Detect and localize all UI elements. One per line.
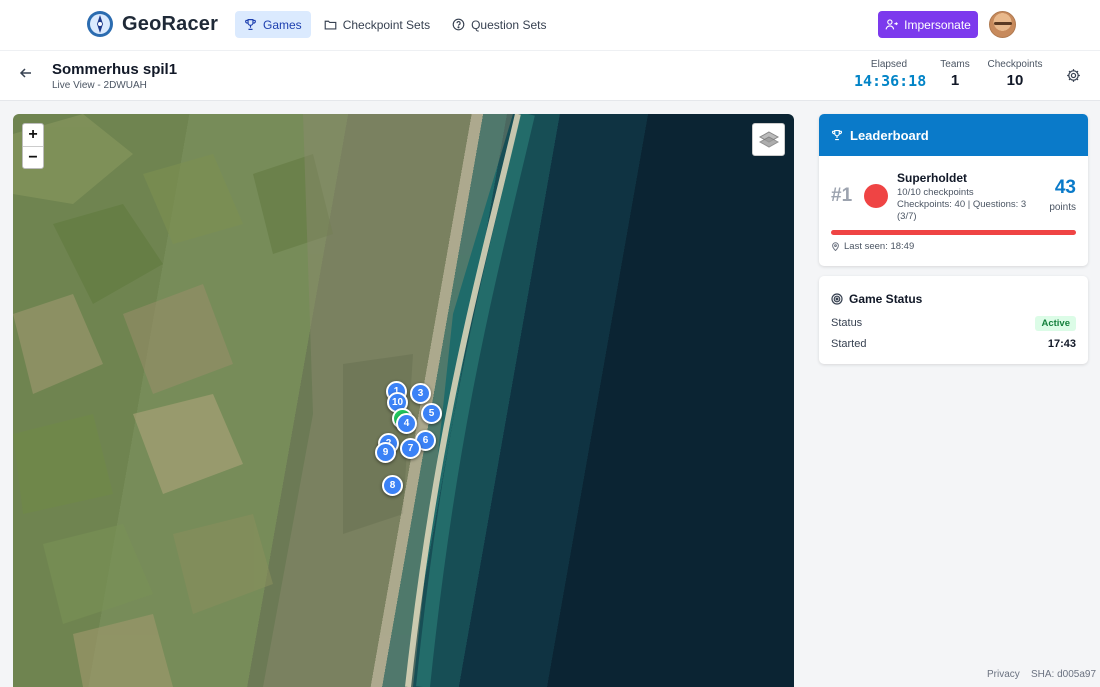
- app-name: GeoRacer: [122, 12, 219, 35]
- checkpoints-label: Checkpoints: [987, 59, 1043, 70]
- team-points: 43: [1054, 177, 1076, 198]
- live-map[interactable]: + − 1 10 3 2 5 4 6 2 7 9 8: [13, 114, 794, 687]
- status-badge: Active: [1035, 316, 1076, 331]
- layers-icon: [758, 130, 779, 148]
- zoom-in-button[interactable]: +: [23, 124, 43, 146]
- leaderboard-header: Leaderboard: [819, 114, 1088, 156]
- elapsed-value: 14:36:18: [854, 72, 927, 90]
- checkpoint-marker[interactable]: 8: [382, 475, 403, 496]
- checkpoint-marker[interactable]: 9: [375, 442, 396, 463]
- zoom-out-button[interactable]: −: [23, 146, 43, 168]
- nav-question-sets-label: Question Sets: [471, 17, 547, 32]
- user-avatar[interactable]: [989, 11, 1016, 38]
- impersonate-label: Impersonate: [904, 17, 971, 32]
- started-value: 17:43: [1047, 338, 1076, 350]
- team-question-ratio: (3/7): [897, 211, 917, 222]
- last-seen: Last seen: 18:49: [831, 241, 914, 252]
- map-pin-icon: [832, 242, 839, 251]
- checkpoints-value: 10: [1006, 72, 1024, 89]
- teams-value: 1: [950, 72, 960, 89]
- status-label: Status: [831, 317, 863, 329]
- checkpoint-marker[interactable]: 4: [396, 413, 417, 434]
- nav-checkpoint-sets[interactable]: Checkpoint Sets: [315, 11, 439, 38]
- settings-gear-icon[interactable]: [1066, 68, 1081, 83]
- user-switch-icon: [885, 19, 899, 30]
- build-sha: SHA: d005a97: [1031, 669, 1097, 680]
- page-subtitle: Live View - 2DWUAH: [52, 80, 147, 91]
- checkpoint-marker[interactable]: 7: [400, 438, 421, 459]
- trophy-icon: [831, 129, 843, 141]
- team-progress-bar: [831, 230, 1076, 235]
- leaderboard-card: Leaderboard #1 Superholdet 10/10 checkpo…: [819, 114, 1088, 266]
- started-label: Started: [831, 338, 867, 350]
- nav-games-label: Games: [263, 17, 302, 32]
- game-status-heading: Game Status: [831, 292, 922, 306]
- zoom-control: + −: [22, 123, 44, 169]
- checkpoint-marker[interactable]: 5: [421, 403, 442, 424]
- page-title: Sommerhus spil1: [52, 61, 178, 78]
- trophy-icon: [245, 19, 256, 30]
- privacy-link[interactable]: Privacy: [987, 669, 1020, 680]
- main-nav: Games Checkpoint Sets Question Sets: [235, 11, 555, 38]
- compass-logo-icon: [87, 11, 113, 37]
- team-rank: #1: [831, 185, 853, 206]
- points-label: points: [1049, 202, 1076, 213]
- elapsed-stat: Elapsed 14:36:18: [854, 59, 927, 90]
- nav-question-sets[interactable]: Question Sets: [443, 11, 555, 38]
- teams-label: Teams: [940, 59, 970, 70]
- team-score-breakdown: Checkpoints: 40 | Questions: 3: [897, 199, 1027, 210]
- question-circle-icon: [452, 18, 465, 31]
- leaderboard-title: Leaderboard: [850, 127, 929, 143]
- checkpoints-stat: Checkpoints 10: [984, 59, 1046, 89]
- team-color-dot: [864, 184, 888, 208]
- nav-checkpoint-sets-label: Checkpoint Sets: [342, 17, 431, 32]
- team-checkpoint-count: 10/10 checkpoints: [897, 187, 974, 198]
- leaderboard-entry[interactable]: #1 Superholdet 10/10 checkpoints Checkpo…: [819, 156, 1088, 266]
- game-status-title: Game Status: [849, 292, 923, 306]
- layers-button[interactable]: [752, 123, 785, 156]
- game-header: Sommerhus spil1 Live View - 2DWUAH Elaps…: [0, 50, 1100, 101]
- brand[interactable]: GeoRacer: [86, 10, 218, 38]
- teams-stat: Teams 1: [935, 59, 975, 89]
- team-name: Superholdet: [897, 171, 968, 185]
- top-navbar: GeoRacer Games Checkpoint Sets Question …: [0, 0, 1100, 50]
- back-arrow-icon[interactable]: [18, 65, 34, 81]
- game-status-card: Game Status Status Active Started 17:43: [819, 276, 1088, 364]
- elapsed-label: Elapsed: [870, 59, 908, 70]
- impersonate-button[interactable]: Impersonate: [878, 11, 978, 38]
- target-icon: [831, 293, 843, 305]
- folder-icon: [324, 20, 337, 30]
- checkpoint-marker[interactable]: 3: [410, 383, 431, 404]
- nav-games[interactable]: Games: [235, 11, 311, 38]
- last-seen-text: Last seen: 18:49: [844, 241, 915, 252]
